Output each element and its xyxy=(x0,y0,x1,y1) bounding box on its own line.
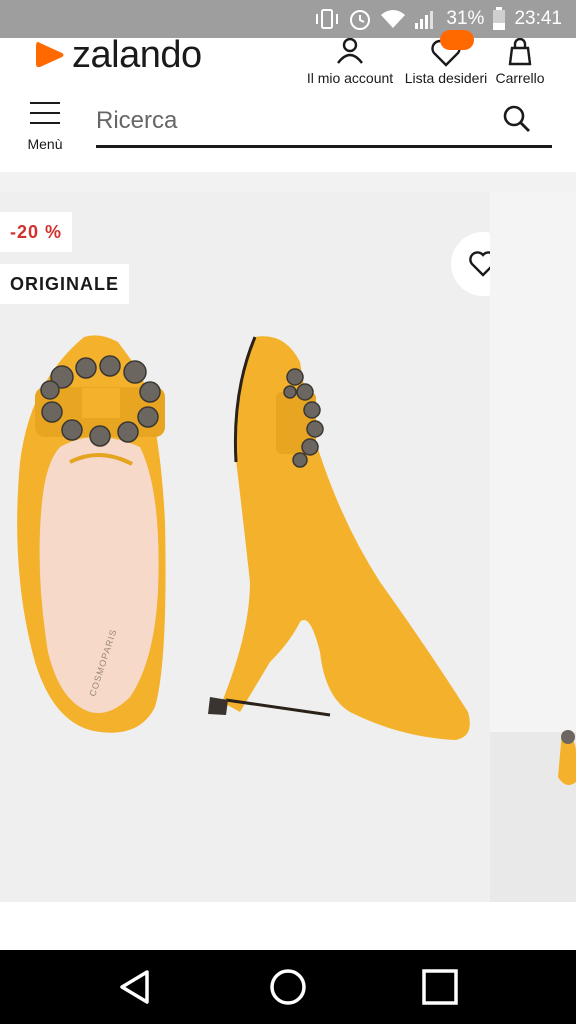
back-icon[interactable] xyxy=(114,967,154,1007)
account-label: Il mio account xyxy=(306,70,394,86)
search-input[interactable] xyxy=(96,102,486,140)
alarm-icon xyxy=(350,10,371,30)
vibrate-icon xyxy=(316,9,339,29)
status-icons: 31% 23:41 xyxy=(314,6,562,32)
product-gallery[interactable]: COSMOPARIS -20 % ORIGINALE xyxy=(0,192,576,902)
next-product-image[interactable] xyxy=(490,192,576,902)
hamburger-icon xyxy=(30,100,60,124)
menu-button[interactable]: Menù xyxy=(22,100,68,152)
product-image[interactable]: COSMOPARIS -20 % ORIGINALE xyxy=(0,192,515,902)
battery-percent: 31% xyxy=(446,8,485,29)
home-icon[interactable] xyxy=(268,967,308,1007)
cart-button[interactable]: Carrello xyxy=(494,38,546,86)
discount-badge: -20 % xyxy=(0,212,73,252)
content-below xyxy=(0,902,576,950)
shopping-bag-icon xyxy=(508,38,532,66)
search-icon[interactable] xyxy=(502,104,532,134)
system-nav-bar xyxy=(0,950,576,1024)
recents-icon[interactable] xyxy=(420,967,460,1007)
search-bar xyxy=(96,100,552,148)
wishlist-count-badge xyxy=(440,30,474,50)
next-shoe-peek xyxy=(558,730,576,786)
logo-text: zalando xyxy=(72,34,202,76)
signal-icon xyxy=(415,11,434,29)
section-divider xyxy=(0,172,576,192)
wishlist-button[interactable]: Lista desideri xyxy=(402,30,490,86)
original-badge: ORIGINALE xyxy=(0,264,130,304)
wifi-icon xyxy=(381,10,406,28)
zalando-logo[interactable]: zalando xyxy=(32,34,202,76)
account-button[interactable]: Il mio account xyxy=(304,38,396,86)
logo-mark-icon xyxy=(36,42,64,68)
app-header: zalando Il mio account Lista desideri Ca… xyxy=(0,30,576,90)
cart-label: Carrello xyxy=(495,70,545,86)
battery-icon xyxy=(493,7,506,30)
status-bar: 31% 23:41 xyxy=(0,0,576,38)
clock: 23:41 xyxy=(514,8,562,29)
user-icon xyxy=(337,38,363,64)
wishlist-label: Lista desideri xyxy=(404,70,488,86)
menu-label: Menù xyxy=(27,136,63,152)
